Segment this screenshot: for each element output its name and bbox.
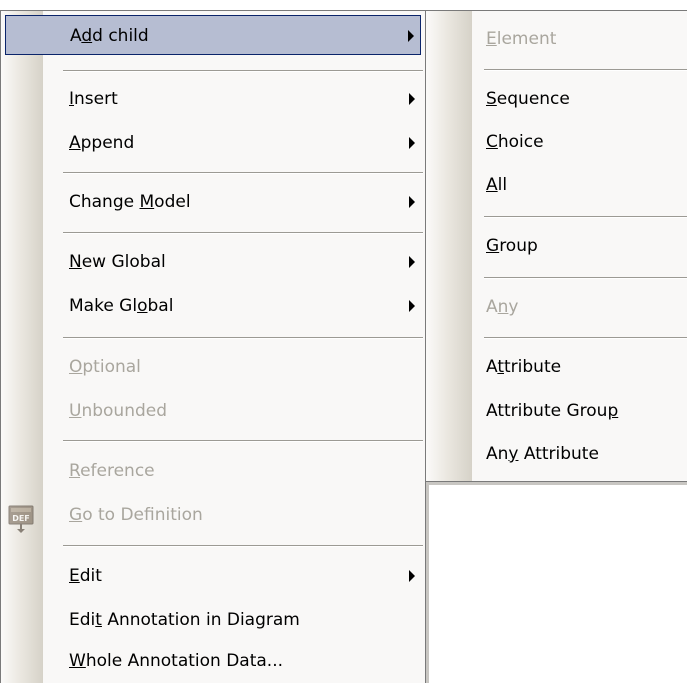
- submenu-arrow-icon: [409, 570, 415, 582]
- menu-item-label: Group: [486, 236, 538, 256]
- menu-item-change-model[interactable]: Change Model: [1, 182, 425, 222]
- submenu-arrow-icon: [409, 300, 415, 312]
- menu-item-optional: Optional: [1, 347, 425, 387]
- menu-separator: [484, 216, 687, 218]
- menu-separator: [63, 440, 423, 442]
- menu-item-label: Change Model: [69, 192, 191, 212]
- menu-separator: [63, 232, 423, 234]
- menu-separator: [63, 70, 423, 72]
- menu-item-label: Any Attribute: [486, 444, 599, 464]
- menu-item-edit[interactable]: Edit: [1, 556, 425, 596]
- submenu-item-element: Element: [426, 19, 687, 59]
- menu-separator: [484, 277, 687, 279]
- menu-item-label: Edit Annotation in Diagram: [69, 610, 300, 630]
- def-icon: DEF: [8, 505, 34, 533]
- menu-item-label: Sequence: [486, 89, 570, 109]
- menu-item-label: Attribute: [486, 357, 562, 377]
- menu-item-label: Optional: [69, 357, 141, 377]
- menu-separator: [484, 69, 687, 71]
- submenu-item-group[interactable]: Group: [426, 226, 687, 266]
- menu-item-label: Append: [69, 133, 135, 153]
- menu-item-label: Any: [486, 297, 519, 317]
- menu-separator: [63, 172, 423, 174]
- submenu-arrow-icon: [409, 256, 415, 268]
- menu-item-label: All: [486, 175, 508, 195]
- menu-item-label: Edit: [69, 566, 102, 586]
- submenu-item-any-attribute[interactable]: Any Attribute: [426, 434, 687, 474]
- menu-item-label: Attribute Group: [486, 401, 619, 421]
- menu-item-label: Go to Definition: [69, 505, 203, 525]
- menu-separator: [484, 337, 687, 339]
- submenu-item-sequence[interactable]: Sequence: [426, 79, 687, 119]
- menu-item-insert[interactable]: Insert: [1, 79, 425, 119]
- submenu-item-any: Any: [426, 287, 687, 327]
- submenu-arrow-icon: [409, 93, 415, 105]
- menu-item-unbounded: Unbounded: [1, 391, 425, 431]
- menu-item-label: New Global: [69, 252, 166, 272]
- menu-item-label: Add child: [70, 26, 149, 46]
- menu-item-whole-annotation-data[interactable]: Whole Annotation Data...: [1, 641, 425, 681]
- submenu-item-attribute[interactable]: Attribute: [426, 347, 687, 387]
- menu-item-label: Make Global: [69, 296, 174, 316]
- menu-item-new-global[interactable]: New Global: [1, 242, 425, 282]
- submenu-arrow-icon: [409, 137, 415, 149]
- menu-item-add-child[interactable]: Add child: [5, 15, 421, 55]
- menu-item-label: Choice: [486, 132, 544, 152]
- menu-item-make-global[interactable]: Make Global: [1, 286, 425, 326]
- submenu-arrow-icon: [409, 196, 415, 208]
- submenu-item-attribute-group[interactable]: Attribute Group: [426, 391, 687, 431]
- menu-item-go-to-definition: Go to Definition: [1, 495, 425, 535]
- menu-item-label: Whole Annotation Data...: [69, 651, 284, 671]
- menu-item-label: Insert: [69, 89, 118, 109]
- menu-separator: [63, 337, 423, 339]
- add-child-submenu: Element Sequence Choice All Group Any At…: [426, 10, 687, 482]
- menu-item-label: Unbounded: [69, 401, 168, 421]
- submenu-item-choice[interactable]: Choice: [426, 122, 687, 162]
- menu-item-reference: Reference: [1, 451, 425, 491]
- context-menu: Add child Insert Append Change Model New…: [0, 10, 426, 683]
- menu-item-label: Reference: [69, 461, 155, 481]
- menu-separator: [63, 545, 423, 547]
- menu-item-edit-annotation-in-diagram[interactable]: Edit Annotation in Diagram: [1, 600, 425, 640]
- def-icon-label: DEF: [12, 514, 30, 523]
- context-menu-stage: Add child Insert Append Change Model New…: [0, 0, 687, 683]
- submenu-arrow-icon: [408, 30, 414, 42]
- menu-item-append[interactable]: Append: [1, 123, 425, 163]
- submenu-item-all[interactable]: All: [426, 165, 687, 205]
- menu-item-label: Element: [486, 29, 557, 49]
